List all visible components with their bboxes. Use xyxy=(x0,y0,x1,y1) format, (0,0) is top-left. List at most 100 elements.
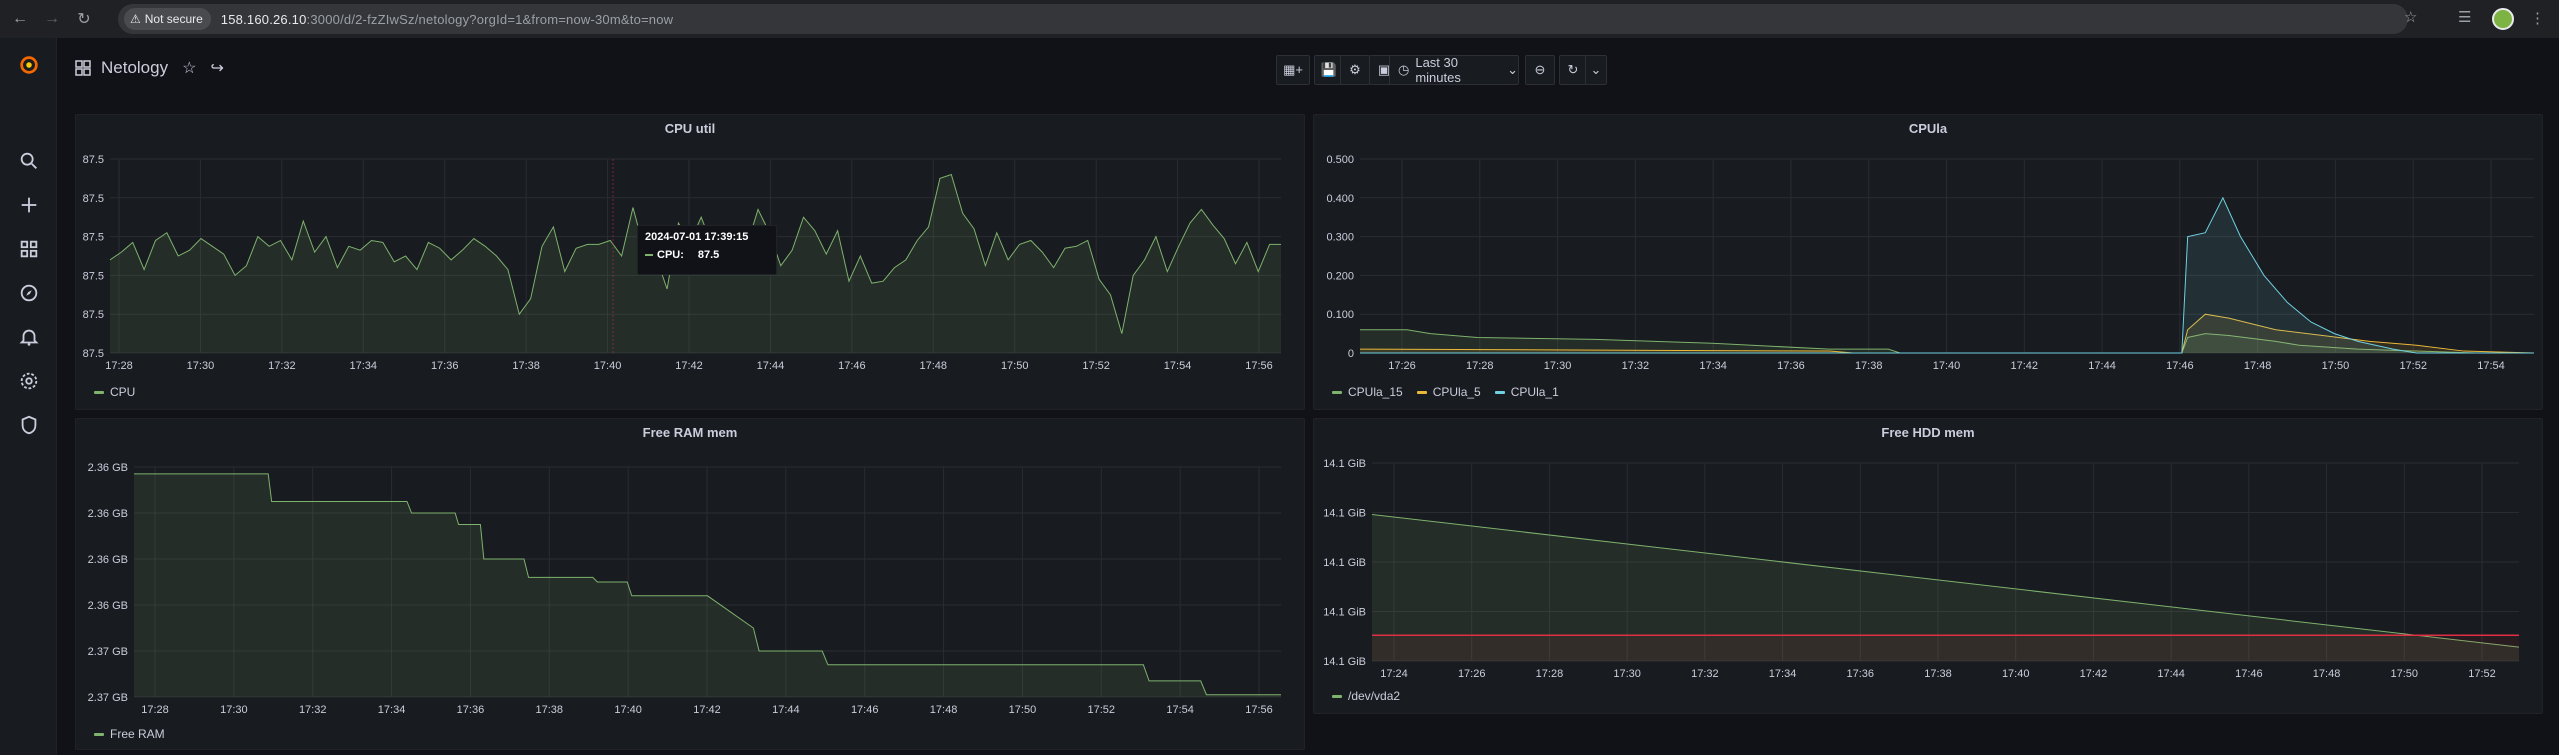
legend: Free RAM xyxy=(94,727,179,741)
y-tick-label: 87.5 xyxy=(83,348,104,360)
legend-label: CPUla_5 xyxy=(1432,385,1481,399)
x-tick-label: 17:54 xyxy=(2477,360,2505,372)
tooltip-series: CPU: xyxy=(657,249,684,261)
x-tick-label: 17:42 xyxy=(693,704,721,716)
y-tick-label: 2.37 GB xyxy=(88,646,128,658)
y-tick-label: 87.5 xyxy=(83,232,104,244)
clock-icon: ◷ xyxy=(1398,62,1410,77)
y-tick-label: 0.400 xyxy=(1326,193,1354,205)
tooltip-time: 2024-07-01 17:39:15 xyxy=(645,231,749,243)
url-path: :3000/d/2-fzZIwSz/netology?orgId=1&from=… xyxy=(306,11,674,27)
threshold-region xyxy=(1372,635,2519,661)
x-tick-label: 17:28 xyxy=(105,360,133,372)
alerting-icon[interactable] xyxy=(16,324,42,350)
panel-free-ram[interactable]: Free RAM mem 2.37 GB 2.37 GB 2.36 GB 2.36 G… xyxy=(75,418,1305,750)
legend-item[interactable]: CPUla_1 xyxy=(1494,385,1559,399)
x-tick-label: 17:46 xyxy=(2235,668,2263,680)
share-icon[interactable]: ↪ xyxy=(210,58,223,78)
y-tick-label: 0.100 xyxy=(1326,309,1354,321)
legend-item[interactable]: CPUla_5 xyxy=(1416,385,1481,399)
legend-item[interactable]: Free RAM xyxy=(94,727,165,741)
refresh-button[interactable]: ↻ xyxy=(1559,55,1587,85)
settings-icon[interactable] xyxy=(16,368,42,394)
more-icon[interactable]: ⋮ xyxy=(2530,9,2545,27)
x-tick-label: 17:34 xyxy=(1699,360,1727,372)
y-tick-label: 2.36 GB xyxy=(88,600,128,612)
dashboards-icon[interactable] xyxy=(16,236,42,262)
y-tick-label: 2.36 GB xyxy=(88,508,128,520)
x-tick-label: 17:38 xyxy=(512,360,540,372)
legend-item[interactable]: CPU xyxy=(94,385,135,399)
reload-icon[interactable]: ↻ xyxy=(72,7,96,31)
zoom-out-button[interactable]: ⊖ xyxy=(1525,55,1555,85)
back-icon[interactable]: ← xyxy=(8,7,32,31)
x-tick-label: 17:42 xyxy=(675,360,703,372)
browser-toolbar: ← → ↻ ⚠ Not secure 158.160.26.10:3000/d/… xyxy=(0,0,2559,38)
x-tick-label: 17:40 xyxy=(614,704,642,716)
explore-icon[interactable] xyxy=(16,280,42,306)
y-tick-label: 0.500 xyxy=(1326,154,1354,166)
x-tick-label: 17:34 xyxy=(1769,668,1797,680)
plus-icon[interactable] xyxy=(16,192,42,218)
x-tick-label: 17:44 xyxy=(2088,360,2116,372)
profile-avatar[interactable] xyxy=(2492,8,2514,30)
forward-icon[interactable]: → xyxy=(40,7,64,31)
x-tick-label: 17:50 xyxy=(2322,360,2350,372)
time-picker-button[interactable]: ◷ Last 30 minutes ⌄ xyxy=(1389,55,1519,85)
x-tick-label: 17:54 xyxy=(1166,704,1194,716)
x-tick-label: 17:34 xyxy=(378,704,406,716)
legend-swatch xyxy=(94,732,104,736)
dashboard-title[interactable]: Netology xyxy=(101,58,168,78)
warning-icon: ⚠ xyxy=(130,12,141,26)
shield-icon[interactable] xyxy=(16,412,42,438)
legend: CPUla_15 CPUla_5 CPUla_1 xyxy=(1332,385,1573,399)
cpula-chart[interactable]: 0 0.100 0.200 0.300 0.400 0.500 17:26 17:28 17:3… xyxy=(1314,115,2544,411)
legend: /dev/vda2 xyxy=(1332,689,1414,703)
y-tick-label: 14.1 GiB xyxy=(1323,557,1366,569)
y-tick-label: 2.36 GB xyxy=(88,462,128,474)
y-tick-label: 87.5 xyxy=(83,193,104,205)
x-tick-label: 17:28 xyxy=(141,704,169,716)
x-tick-label: 17:30 xyxy=(220,704,248,716)
y-tick-label: 87.5 xyxy=(83,270,104,282)
tooltip-value: 87.5 xyxy=(697,249,720,261)
grafana-logo-icon[interactable] xyxy=(16,52,42,78)
security-label: Not secure xyxy=(144,12,203,26)
gear-icon: ⚙ xyxy=(1349,62,1361,77)
url-text[interactable]: 158.160.26.10:3000/d/2-fzZIwSz/netology?… xyxy=(221,12,673,27)
legend-item[interactable]: /dev/vda2 xyxy=(1332,689,1400,703)
dashboard-grid-icon xyxy=(75,60,91,76)
security-chip[interactable]: ⚠ Not secure xyxy=(124,8,211,30)
url-host: 158.160.26.10 xyxy=(220,11,307,27)
x-tick-label: 17:46 xyxy=(851,704,879,716)
search-icon[interactable] xyxy=(16,148,42,174)
address-bar[interactable]: ⚠ Not secure 158.160.26.10:3000/d/2-fzZI… xyxy=(118,4,2408,34)
y-tick-label: 0 xyxy=(1348,348,1354,360)
star-icon[interactable]: ☆ xyxy=(182,58,196,78)
x-tick-label: 17:46 xyxy=(2166,360,2194,372)
legend-item[interactable]: CPUla_15 xyxy=(1332,385,1403,399)
refresh-interval-button[interactable]: ⌄ xyxy=(1585,55,1607,85)
legend-swatch xyxy=(94,390,104,394)
free-hdd-chart[interactable]: 14.1 GiB 14.1 GiB 14.1 GiB 14.1 GiB 14.1 GiB… xyxy=(1314,419,2544,715)
x-tick-label: 17:42 xyxy=(2080,668,2108,680)
dashboard-settings-button[interactable]: ⚙ xyxy=(1340,55,1370,85)
tooltip-row: CPU: 87.5 xyxy=(645,249,769,261)
bookmark-star-icon[interactable]: ☆ xyxy=(2404,8,2417,26)
x-tick-label: 17:32 xyxy=(1691,668,1719,680)
dashboard-topbar: Netology ☆ ↪ ▦+ 💾 ⚙ ▣ ◷ Last 30 minutes … xyxy=(57,38,2559,100)
x-tick-label: 17:52 xyxy=(2468,668,2496,680)
x-tick-label: 17:48 xyxy=(2313,668,2341,680)
add-panel-button[interactable]: ▦+ xyxy=(1276,55,1310,85)
y-tick-label: 2.36 GB xyxy=(88,554,128,566)
x-tick-label: 17:46 xyxy=(838,360,866,372)
media-icon[interactable]: ☰ xyxy=(2458,8,2471,26)
free-ram-chart[interactable]: 2.37 GB 2.37 GB 2.36 GB 2.36 GB 2.36 GB 2.36 … xyxy=(76,419,1306,751)
panel-free-hdd[interactable]: Free HDD mem 14.1 GiB 14.1 GiB 14.1 GiB 14.… xyxy=(1313,418,2543,714)
x-tick-label: 17:50 xyxy=(2391,668,2419,680)
panel-cpula[interactable]: CPUla 0 0.100 0.200 0.300 0.400 0.500 17:26 17:… xyxy=(1313,114,2543,410)
x-tick-label: 17:32 xyxy=(268,360,296,372)
x-tick-label: 17:44 xyxy=(757,360,785,372)
x-tick-label: 17:48 xyxy=(920,360,948,372)
x-tick-label: 17:36 xyxy=(1777,360,1805,372)
